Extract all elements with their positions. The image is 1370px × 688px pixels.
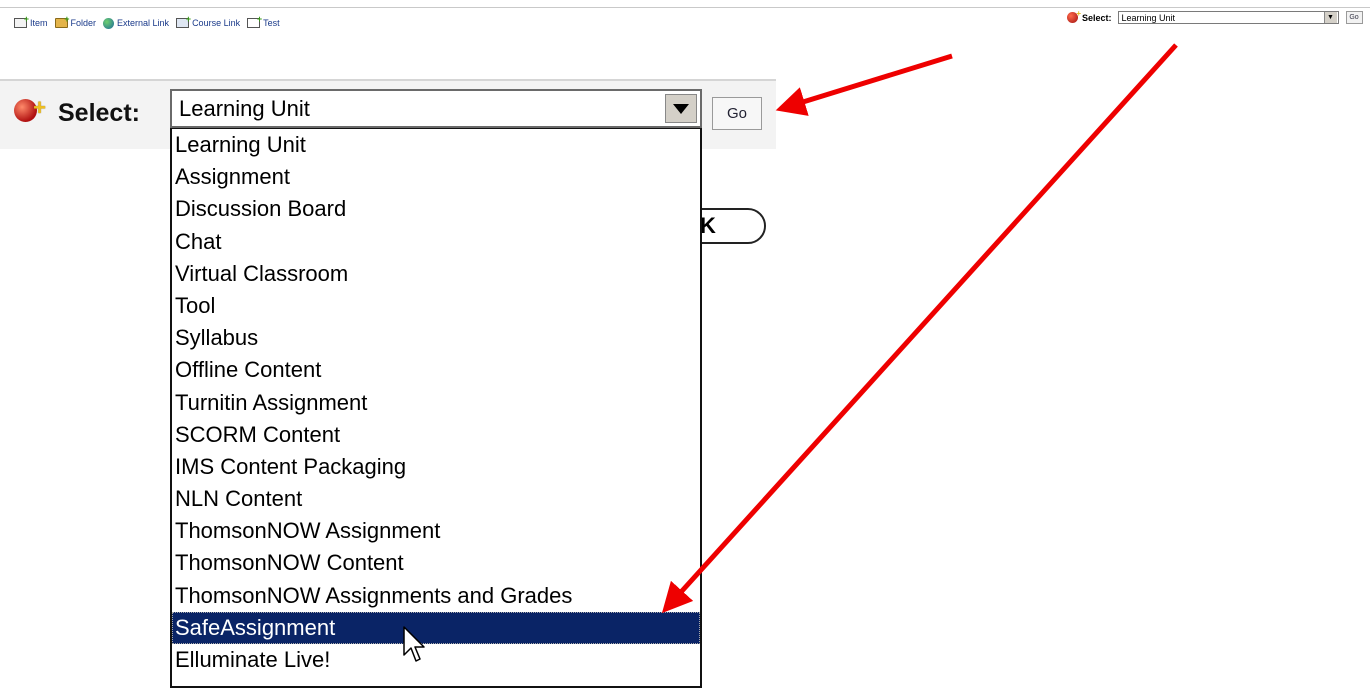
option-virtual-classroom[interactable]: Virtual Classroom bbox=[172, 258, 700, 290]
toolbar-item-label: External Link bbox=[117, 18, 170, 28]
small-select-label: Select: bbox=[1082, 12, 1112, 23]
globe-icon bbox=[103, 17, 115, 29]
select-value: Learning Unit bbox=[179, 96, 310, 121]
option-thomsonnow-assignment[interactable]: ThomsonNOW Assignment bbox=[172, 515, 700, 547]
chevron-down-icon[interactable] bbox=[665, 94, 697, 123]
add-course-link-icon bbox=[176, 14, 191, 28]
select-label: Select: bbox=[58, 99, 140, 127]
toolbar-item-course-link[interactable]: Course Link bbox=[176, 14, 241, 28]
toolbar-item-item[interactable]: Item bbox=[14, 14, 48, 28]
add-test-icon bbox=[247, 14, 262, 28]
toolbar-item-folder[interactable]: Folder bbox=[54, 14, 97, 28]
top-border bbox=[0, 0, 1370, 8]
option-turnitin-assignment[interactable]: Turnitin Assignment bbox=[172, 387, 700, 419]
small-content-type-select[interactable]: Learning Unit ▼ bbox=[1117, 11, 1339, 24]
toolbar-item-label: Test bbox=[263, 18, 280, 28]
content-toolbar: Item Folder External Link Course Link Te… bbox=[14, 14, 287, 31]
option-scorm-content[interactable]: SCORM Content bbox=[172, 419, 700, 451]
small-go-button[interactable]: Go bbox=[1345, 11, 1363, 24]
option-ims-content-packaging[interactable]: IMS Content Packaging bbox=[172, 451, 700, 483]
toolbar-item-label: Item bbox=[30, 18, 48, 28]
option-safeassignment[interactable]: SafeAssignment bbox=[172, 611, 700, 644]
option-syllabus[interactable]: Syllabus bbox=[172, 322, 700, 354]
go-button[interactable]: Go bbox=[712, 97, 762, 130]
option-tool[interactable]: Tool bbox=[172, 290, 700, 322]
option-thomsonnow-content[interactable]: ThomsonNOW Content bbox=[172, 547, 700, 579]
small-select-value: Learning Unit bbox=[1121, 13, 1176, 23]
option-discussion-board[interactable]: Discussion Board bbox=[172, 193, 700, 225]
option-assignment[interactable]: Assignment bbox=[172, 161, 700, 193]
option-thomsonnow-assignments-and-grades[interactable]: ThomsonNOW Assignments and Grades bbox=[172, 580, 700, 612]
option-offline-content[interactable]: Offline Content bbox=[172, 354, 700, 386]
toolbar-item-label: Course Link bbox=[192, 18, 241, 28]
option-nln-content[interactable]: NLN Content bbox=[172, 483, 700, 515]
add-content-icon bbox=[14, 95, 46, 122]
option-learning-unit[interactable]: Learning Unit bbox=[172, 129, 700, 161]
toolbar-item-label: Folder bbox=[70, 18, 97, 28]
chevron-down-icon[interactable]: ▼ bbox=[1323, 12, 1337, 23]
small-select-group: Select: Learning Unit ▼ Go bbox=[1067, 9, 1363, 24]
add-folder-icon bbox=[54, 14, 70, 28]
add-item-icon bbox=[14, 14, 29, 28]
toolbar-item-external-link[interactable]: External Link bbox=[103, 17, 170, 29]
content-type-select[interactable]: Learning Unit bbox=[170, 89, 702, 128]
arrow-to-go-button bbox=[775, 53, 953, 116]
content-type-dropdown: Learning Unit Assignment Discussion Boar… bbox=[170, 128, 702, 688]
toolbar-item-test[interactable]: Test bbox=[247, 14, 280, 28]
option-chat[interactable]: Chat bbox=[172, 226, 700, 258]
option-elluminate-live[interactable]: Elluminate Live! bbox=[172, 644, 700, 676]
add-content-icon bbox=[1067, 9, 1081, 23]
mouse-pointer-icon bbox=[403, 626, 425, 662]
